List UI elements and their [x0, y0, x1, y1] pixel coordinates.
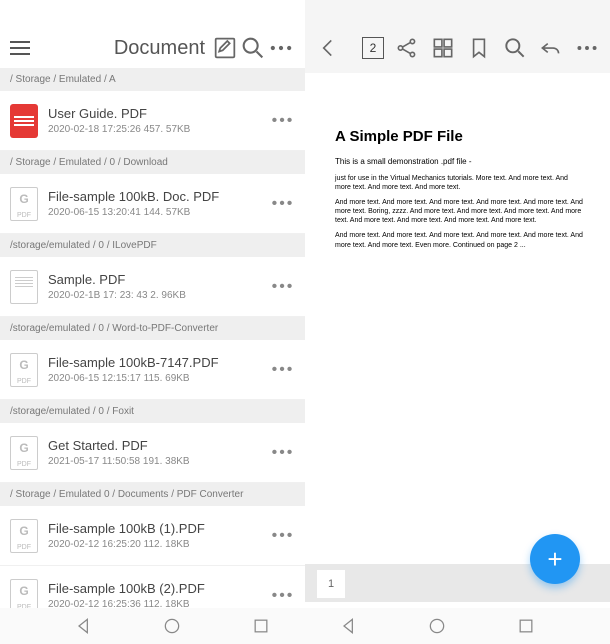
file-name: File-sample 100kB-7147.PDF — [48, 355, 271, 370]
pdf-title: A Simple PDF File — [335, 128, 585, 145]
file-row[interactable]: GPDF File-sample 100kB (1).PDF 2020-02-1… — [0, 506, 305, 566]
left-header: Document — [0, 28, 305, 68]
pdf-paragraph: And more text. And more text. And more t… — [335, 231, 585, 249]
page-title: Document — [114, 37, 205, 60]
file-meta: 2020-02-12 16:25:20 112. 18KB — [48, 539, 271, 550]
pdf-icon: GPDF — [10, 187, 38, 221]
pdf-icon — [10, 104, 38, 138]
edit-icon[interactable] — [211, 34, 239, 62]
section-header: /storage/emulated / 0 / Word-to-PDF-Conv… — [0, 317, 305, 340]
file-more-icon[interactable]: ••• — [271, 278, 295, 296]
file-row[interactable]: Sample. PDF 2020-02-1B 17: 23: 43 2. 96K… — [0, 257, 305, 317]
pdf-paragraph: just for use in the Virtual Mechanics tu… — [335, 174, 585, 192]
right-header: 2 — [305, 28, 610, 68]
section-header: / Storage / Emulated / 0 / Download — [0, 151, 305, 174]
nav-back-icon[interactable] — [74, 616, 94, 636]
pdf-icon: GPDF — [10, 353, 38, 387]
file-browser-pane: Document / Storage / Emulated / A User G… — [0, 0, 305, 644]
file-name: Sample. PDF — [48, 272, 271, 287]
file-meta: 2020-02-18 17:25:26 457. 57KB — [48, 124, 271, 135]
menu-icon[interactable] — [10, 41, 30, 55]
pdf-icon: GPDF — [10, 436, 38, 470]
file-list[interactable]: / Storage / Emulated / A User Guide. PDF… — [0, 68, 305, 644]
file-meta: 2020-06-15 13:20:41 144. 57KB — [48, 207, 271, 218]
search-icon[interactable] — [502, 34, 528, 62]
undo-icon[interactable] — [538, 34, 564, 62]
share-icon[interactable] — [394, 34, 420, 62]
nav-back-icon[interactable] — [339, 616, 359, 636]
file-name: File-sample 100kB (2).PDF — [48, 581, 271, 596]
page-tab[interactable]: 1 — [317, 570, 345, 598]
file-meta: 2021-05-17 11:50:58 191. 38KB — [48, 456, 271, 467]
file-name: Get Started. PDF — [48, 438, 271, 453]
pdf-page[interactable]: A Simple PDF File This is a small demons… — [305, 73, 610, 564]
more-icon[interactable] — [574, 34, 600, 62]
file-row[interactable]: User Guide. PDF 2020-02-18 17:25:26 457.… — [0, 91, 305, 151]
file-name: User Guide. PDF — [48, 106, 271, 121]
more-icon[interactable] — [267, 34, 295, 62]
file-more-icon[interactable]: ••• — [271, 112, 295, 130]
file-name: File-sample 100kB. Doc. PDF — [48, 189, 271, 204]
file-row[interactable]: GPDF File-sample 100kB. Doc. PDF 2020-06… — [0, 174, 305, 234]
pdf-icon — [10, 270, 38, 304]
section-header: /storage/emulated / 0 / ILovePDF — [0, 234, 305, 257]
section-header: /storage/emulated / 0 / Foxit — [0, 400, 305, 423]
file-meta: 2020-02-1B 17: 23: 43 2. 96KB — [48, 290, 271, 301]
nav-home-icon[interactable] — [427, 616, 447, 636]
bookmark-icon[interactable] — [466, 34, 492, 62]
pdf-paragraph: And more text. And more text. And more t… — [335, 198, 585, 225]
section-header: / Storage / Emulated 0 / Documents / PDF… — [0, 483, 305, 506]
search-icon[interactable] — [239, 34, 267, 62]
file-more-icon[interactable]: ••• — [271, 587, 295, 605]
page-number[interactable]: 2 — [362, 37, 384, 59]
nav-recent-icon[interactable] — [516, 616, 536, 636]
file-name: File-sample 100kB (1).PDF — [48, 521, 271, 536]
pdf-subtitle: This is a small demonstration .pdf file … — [335, 157, 585, 166]
file-more-icon[interactable]: ••• — [271, 195, 295, 213]
nav-recent-icon[interactable] — [251, 616, 271, 636]
back-icon[interactable] — [315, 34, 341, 62]
file-more-icon[interactable]: ••• — [271, 527, 295, 545]
section-header: / Storage / Emulated / A — [0, 68, 305, 91]
file-row[interactable]: GPDF Get Started. PDF 2021-05-17 11:50:5… — [0, 423, 305, 483]
file-more-icon[interactable]: ••• — [271, 361, 295, 379]
file-more-icon[interactable]: ••• — [271, 444, 295, 462]
add-button[interactable]: + — [530, 534, 580, 584]
file-row[interactable]: GPDF File-sample 100kB-7147.PDF 2020-06-… — [0, 340, 305, 400]
system-nav — [0, 608, 610, 644]
file-meta: 2020-06-15 12:15:17 115. 69KB — [48, 373, 271, 384]
grid-icon[interactable] — [430, 34, 456, 62]
pdf-icon: GPDF — [10, 519, 38, 553]
nav-home-icon[interactable] — [162, 616, 182, 636]
